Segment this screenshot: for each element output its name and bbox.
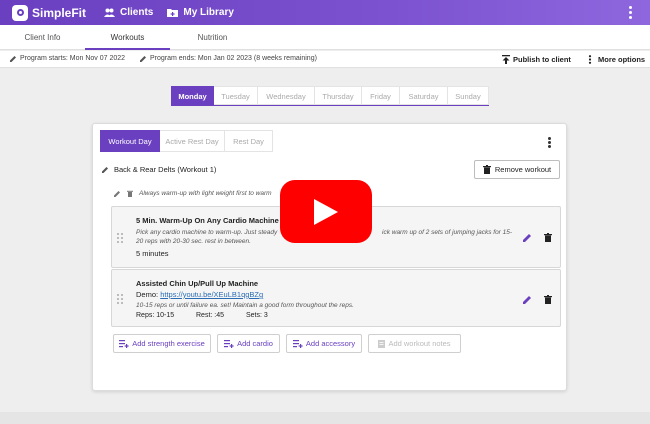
exercise-description: 10-15 reps or until failure ea. set! Mai… <box>136 302 354 309</box>
exercise-rest: Rest: :45 <box>196 312 225 319</box>
note-icon <box>378 339 386 348</box>
delete-exercise-trash-icon[interactable] <box>544 233 552 242</box>
card-menu-icon[interactable] <box>547 137 551 148</box>
tab-client-info[interactable]: Client Info <box>0 25 85 50</box>
add-workout-notes-button[interactable]: Add workout notes <box>368 334 461 353</box>
day-type-tabs: Workout Day Active Rest Day Rest Day <box>100 130 273 152</box>
library-icon <box>167 9 179 17</box>
nav-clients-label: Clients <box>120 7 154 18</box>
publish-icon <box>502 55 510 64</box>
trash-icon[interactable] <box>127 190 133 197</box>
add-list-icon <box>224 339 234 348</box>
exercise-reps: Reps: 10-15 <box>136 312 175 319</box>
program-start-text: Program starts: Mon Nov 07 2022 <box>20 55 126 62</box>
workout-notes: Always warm-up with light weight first t… <box>114 190 272 197</box>
top-app-bar: SimpleFit Clients My Library <box>0 0 650 25</box>
add-list-icon <box>292 339 303 348</box>
day-friday[interactable]: Friday <box>362 86 400 105</box>
play-triangle-icon <box>314 198 338 225</box>
pencil-icon <box>140 56 146 62</box>
exercise-title: 5 Min. Warm-Up On Any Cardio Machine <box>136 216 279 225</box>
tab-workouts[interactable]: Workouts <box>85 25 170 50</box>
publish-label: Publish to client <box>513 55 571 64</box>
add-buttons-row: Add strength exercise Add cardio Add acc… <box>113 334 467 353</box>
tab-nutrition[interactable]: Nutrition <box>170 25 255 50</box>
add-accessory-button[interactable]: Add accessory <box>286 334 362 353</box>
exercise-description-cont: ick warm up of 2 sets of jumping jacks f… <box>382 229 513 236</box>
pencil-icon <box>10 56 16 62</box>
nav-clients-button[interactable]: Clients <box>104 7 153 18</box>
day-thursday[interactable]: Thursday <box>315 86 362 105</box>
kebab-icon <box>588 55 592 64</box>
exercise-row[interactable]: Assisted Chin Up/Pull Up Machine Demo: h… <box>111 269 561 327</box>
day-tuesday[interactable]: Tuesday <box>214 86 258 105</box>
exercise-sets: Sets: 3 <box>246 312 268 319</box>
add-accessory-label: Add accessory <box>305 339 356 348</box>
app-logo[interactable]: SimpleFit <box>12 4 87 21</box>
drag-handle-icon[interactable] <box>117 233 123 243</box>
remove-workout-label: Remove workout <box>494 165 552 174</box>
day-selector: Monday Tuesday Wednesday Thursday Friday… <box>171 86 489 106</box>
add-strength-exercise-button[interactable]: Add strength exercise <box>113 334 211 353</box>
exercise-description: Pick any cardio machine to warm-up. Just… <box>136 229 278 236</box>
tab-active-rest-day[interactable]: Active Rest Day <box>160 130 225 152</box>
exercise-title: Assisted Chin Up/Pull Up Machine <box>136 279 259 288</box>
remove-workout-button[interactable]: Remove workout <box>474 160 560 179</box>
edit-exercise-pencil-icon[interactable] <box>523 233 532 242</box>
clients-icon <box>104 8 116 17</box>
program-start-item[interactable]: Program starts: Mon Nov 07 2022 <box>10 55 125 62</box>
add-notes-label: Add workout notes <box>388 339 451 348</box>
workout-title-text: Back & Rear Delts (Workout 1) <box>114 165 217 174</box>
client-tabs: Client Info Workouts Nutrition <box>0 25 650 50</box>
exercise-duration: 5 minutes <box>136 249 169 258</box>
demo-label: Demo: <box>136 290 159 299</box>
program-info-bar: Program starts: Mon Nov 07 2022 Program … <box>0 51 650 68</box>
pencil-icon <box>102 167 108 173</box>
nav-library-label: My Library <box>183 7 234 18</box>
pencil-icon[interactable] <box>114 190 121 197</box>
bottom-strip <box>0 412 650 424</box>
app-menu-icon[interactable] <box>628 6 632 19</box>
more-options-button[interactable]: More options <box>588 55 645 64</box>
program-end-item[interactable]: Program ends: Mon Jan 02 2023 (8 weeks r… <box>140 55 317 62</box>
tab-rest-day[interactable]: Rest Day <box>225 130 273 152</box>
trash-icon <box>482 165 491 174</box>
workout-notes-text: Always warm-up with light weight first t… <box>139 190 272 197</box>
add-cardio-button[interactable]: Add cardio <box>217 334 280 353</box>
add-list-icon <box>119 339 129 348</box>
app-name: SimpleFit <box>32 5 87 20</box>
workout-card: Workout Day Active Rest Day Rest Day Bac… <box>92 123 567 391</box>
logo-icon <box>12 4 28 21</box>
exercise-demo: Demo: https://youtu.be/XEuLB1qgBZg <box>136 290 263 299</box>
day-monday[interactable]: Monday <box>171 86 214 105</box>
program-end-text: Program ends: Mon Jan 02 2023 (8 weeks r… <box>150 55 317 62</box>
more-options-label: More options <box>598 55 646 64</box>
delete-exercise-trash-icon[interactable] <box>544 295 552 304</box>
youtube-play-icon[interactable] <box>280 180 372 243</box>
tab-workout-day[interactable]: Workout Day <box>100 130 160 152</box>
day-sunday[interactable]: Sunday <box>448 86 489 105</box>
exercise-description-2: 20 reps with 20-30 sec. rest in between. <box>136 238 251 245</box>
add-strength-label: Add strength exercise <box>132 339 205 348</box>
publish-to-client-button[interactable]: Publish to client <box>502 55 571 64</box>
add-cardio-label: Add cardio <box>237 339 273 348</box>
workout-title[interactable]: Back & Rear Delts (Workout 1) <box>102 165 216 174</box>
nav-library-button[interactable]: My Library <box>167 7 234 18</box>
edit-exercise-pencil-icon[interactable] <box>523 295 532 304</box>
day-saturday[interactable]: Saturday <box>400 86 448 105</box>
drag-handle-icon[interactable] <box>117 294 123 304</box>
day-wednesday[interactable]: Wednesday <box>258 86 315 105</box>
demo-link[interactable]: https://youtu.be/XEuLB1qgBZg <box>160 290 263 299</box>
